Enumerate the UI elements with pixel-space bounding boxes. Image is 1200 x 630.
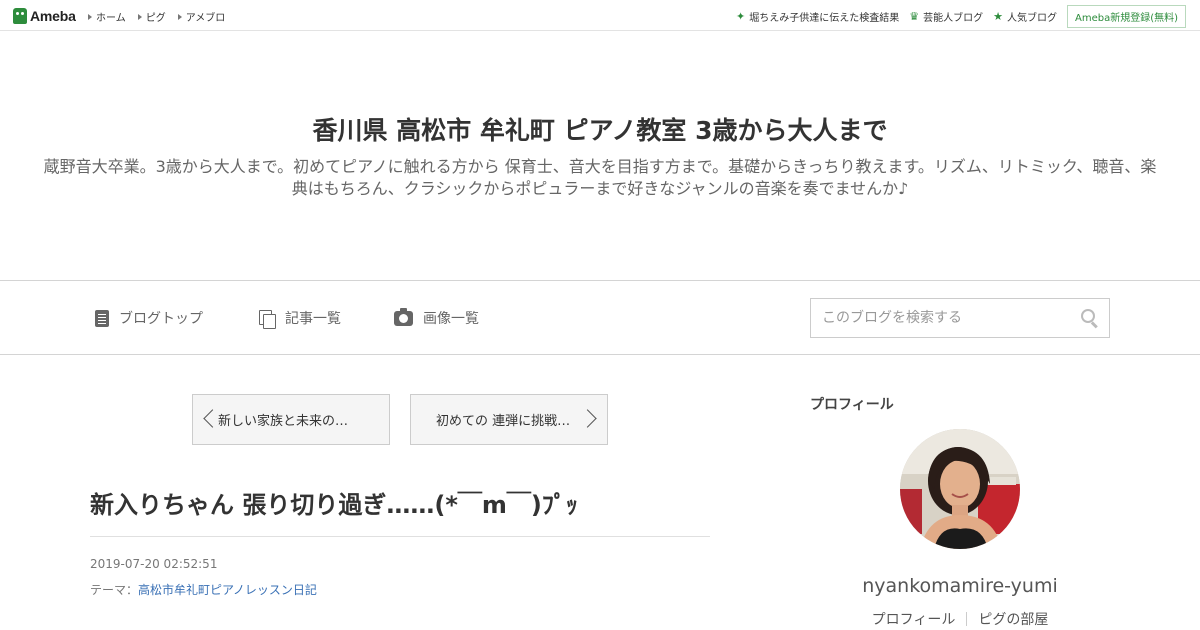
blog-header: 香川県 高松市 牟礼町 ピアノ教室 3歳から大人まで 蔵野音大卒業。3歳から大人… bbox=[0, 31, 1200, 281]
prev-article-button[interactable]: 新しい家族と未来の… bbox=[192, 394, 390, 445]
nav-image-list[interactable]: 画像一覧 bbox=[394, 307, 479, 328]
profile-links: プロフィール ピグの部屋 bbox=[810, 609, 1110, 629]
article-title[interactable]: 新入りちゃん 張り切り過ぎ……(*￣m￣)ﾌﾟｯ bbox=[90, 485, 710, 520]
blog-search bbox=[810, 298, 1110, 338]
nav-blog-top[interactable]: ブログトップ bbox=[95, 308, 203, 328]
profile-avatar[interactable] bbox=[900, 429, 1020, 549]
article-date: 2019-07-20 02:52:51 bbox=[90, 557, 218, 571]
triangle-right-icon bbox=[88, 13, 92, 20]
nav-label: 画像一覧 bbox=[423, 311, 479, 327]
popular-blog-label: 人気ブログ bbox=[1006, 13, 1057, 24]
theme-prefix: テーマ： bbox=[90, 583, 139, 597]
trending-news-label: 堀ちえみ子供達に伝えた検査結果 bbox=[749, 13, 900, 24]
ameba-logo[interactable]: Ameba bbox=[13, 6, 76, 26]
document-icon bbox=[95, 309, 109, 327]
register-button[interactable]: Ameba新規登録(無料) bbox=[1066, 5, 1186, 28]
profile-username[interactable]: nyankomamire-yumi bbox=[810, 575, 1110, 597]
nav-article-list[interactable]: 記事一覧 bbox=[259, 308, 341, 329]
ameba-logo-text: Ameba bbox=[30, 8, 76, 24]
crown-icon: ♛ bbox=[909, 10, 920, 23]
profile-link[interactable]: プロフィール bbox=[872, 609, 956, 629]
blog-description: 蔵野音大卒業。3歳から大人まで。初めてピアノに触れる方から 保育士、音大を目指す… bbox=[43, 157, 1157, 198]
sparkle-icon: ✦ bbox=[736, 10, 746, 23]
popular-blog-link[interactable]: ★ 人気ブログ bbox=[993, 9, 1057, 24]
pages-icon bbox=[259, 309, 276, 329]
next-article-label: 初めての 連弾に挑戦… bbox=[436, 414, 571, 429]
ameba-logo-icon bbox=[13, 8, 27, 24]
celebrity-blog-link[interactable]: ♛ 芸能人ブログ bbox=[909, 9, 983, 24]
search-input[interactable] bbox=[811, 299, 1073, 337]
avatar-photo bbox=[900, 429, 1020, 549]
global-nav-label: ピグ bbox=[145, 13, 166, 24]
theme-link[interactable]: 高松市牟礼町ピアノレッスン日記 bbox=[138, 583, 317, 597]
star-icon: ★ bbox=[993, 10, 1003, 23]
global-nav-pigg[interactable]: ピグ bbox=[137, 9, 166, 24]
blog-title[interactable]: 香川県 高松市 牟礼町 ピアノ教室 3歳から大人まで bbox=[0, 111, 1200, 147]
nav-label: ブログトップ bbox=[119, 311, 203, 327]
nav-label: 記事一覧 bbox=[285, 311, 341, 327]
trending-news-link[interactable]: ✦ 堀ちえみ子供達に伝えた検査結果 bbox=[736, 9, 899, 24]
celebrity-blog-label: 芸能人ブログ bbox=[923, 13, 984, 24]
global-nav: ホーム ピグ アメブロ bbox=[88, 9, 225, 24]
triangle-right-icon bbox=[177, 13, 182, 20]
global-nav-label: アメブロ bbox=[185, 13, 226, 24]
search-icon[interactable] bbox=[1081, 309, 1099, 327]
prev-article-label: 新しい家族と未来の… bbox=[218, 414, 349, 429]
camera-icon bbox=[394, 307, 413, 326]
pigg-room-link[interactable]: ピグの部屋 bbox=[978, 609, 1048, 629]
divider bbox=[90, 536, 710, 537]
global-nav-label: ホーム bbox=[96, 13, 126, 24]
article-theme: テーマ：高松市牟礼町ピアノレッスン日記 bbox=[90, 581, 317, 598]
global-header-right: ✦ 堀ちえみ子供達に伝えた検査結果 ♛ 芸能人ブログ ★ 人気ブログ Ameba新規登… bbox=[736, 5, 1186, 28]
chevron-right-icon bbox=[578, 409, 597, 428]
global-header: Ameba ホーム ピグ アメブロ ✦ 堀ちえみ子供達に伝えた検査結果 ♛ 芸能人ブ… bbox=[0, 0, 1200, 31]
triangle-right-icon bbox=[137, 13, 142, 20]
global-nav-ameblo[interactable]: アメブロ bbox=[177, 9, 226, 24]
global-nav-home[interactable]: ホーム bbox=[88, 9, 126, 24]
next-article-button[interactable]: 初めての 連弾に挑戦… bbox=[410, 394, 608, 445]
divider bbox=[966, 612, 968, 626]
profile-heading: プロフィール bbox=[810, 397, 894, 413]
blog-nav: ブログトップ 記事一覧 画像一覧 bbox=[0, 282, 1200, 355]
